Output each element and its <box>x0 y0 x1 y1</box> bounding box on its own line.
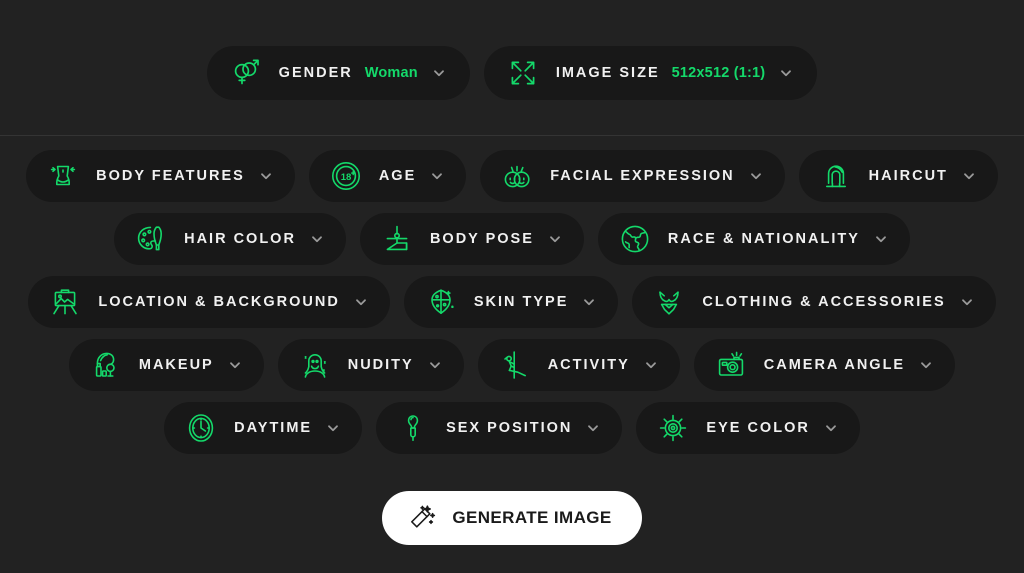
chevron-down-icon[interactable] <box>586 421 600 435</box>
woman-portrait-icon <box>298 348 332 382</box>
option-label: AGE <box>378 168 417 184</box>
option-eye-color[interactable]: EYE COLOR <box>636 402 860 454</box>
chevron-down-icon[interactable] <box>874 232 888 246</box>
body-figure-icon <box>46 159 80 193</box>
chevron-down-icon[interactable] <box>432 66 446 80</box>
eighteen-plus-icon: 18 <box>329 159 363 193</box>
option-skin-type[interactable]: SKIN TYPE <box>403 276 619 328</box>
option-facial-expression[interactable]: FACIAL EXPRESSION <box>480 150 785 202</box>
position-figure-icon <box>396 411 430 445</box>
chevron-down-icon[interactable] <box>310 232 324 246</box>
primary-options-row: GENDER Woman IMAGE SIZE 512x512 (1:1) <box>0 0 1024 100</box>
option-nudity[interactable]: NUDITY <box>277 339 464 391</box>
option-location-background[interactable]: LOCATION & BACKGROUND <box>28 276 390 328</box>
option-body-features[interactable]: BODY FEATURES <box>26 150 295 202</box>
easel-landscape-icon <box>48 285 82 319</box>
svg-text:18: 18 <box>341 172 352 183</box>
chevron-down-icon[interactable] <box>354 295 368 309</box>
option-daytime[interactable]: DAYTIME <box>164 402 363 454</box>
chevron-down-icon[interactable] <box>582 295 596 309</box>
generate-image-button[interactable]: GENERATE IMAGE <box>382 491 642 545</box>
option-hair-color[interactable]: HAIR COLOR <box>114 213 346 265</box>
option-label: FACIAL EXPRESSION <box>550 168 735 184</box>
option-label: SEX POSITION <box>446 420 573 436</box>
chevron-down-icon[interactable] <box>644 358 658 372</box>
option-rows: BODY FEATURES 18 AGE FACIAL EXPRESSION H… <box>0 136 1024 454</box>
option-label: LOCATION & BACKGROUND <box>98 294 340 310</box>
option-row-1: BODY FEATURES 18 AGE FACIAL EXPRESSION H… <box>0 150 1024 202</box>
option-label: SKIN TYPE <box>473 294 569 310</box>
chevron-down-icon[interactable] <box>259 169 273 183</box>
option-row-2: HAIR COLOR BODY POSE RACE & NATIONALITY <box>0 213 1024 265</box>
chevron-down-icon[interactable] <box>960 295 974 309</box>
option-value: 512x512 (1:1) <box>671 65 766 81</box>
option-image-size[interactable]: IMAGE SIZE 512x512 (1:1) <box>483 46 818 100</box>
option-value: Woman <box>364 65 418 81</box>
chevron-down-icon[interactable] <box>919 358 933 372</box>
option-haircut[interactable]: HAIRCUT <box>798 150 998 202</box>
option-label: GENDER <box>278 65 353 81</box>
option-body-pose[interactable]: BODY POSE <box>359 213 584 265</box>
option-row-4: MAKEUP NUDITY ACTIVITY CAMERA ANGLE <box>0 339 1024 391</box>
hairstyle-head-icon <box>819 159 853 193</box>
chevron-down-icon[interactable] <box>962 169 976 183</box>
option-label: NUDITY <box>347 357 414 373</box>
option-label: CLOTHING & ACCESSORIES <box>702 294 946 310</box>
option-label: IMAGE SIZE <box>555 65 660 81</box>
option-row-3: LOCATION & BACKGROUND SKIN TYPE CLOTHING… <box>0 276 1024 328</box>
option-clothing-accessories[interactable]: CLOTHING & ACCESSORIES <box>632 276 996 328</box>
chevron-down-icon[interactable] <box>326 421 340 435</box>
option-label: EYE COLOR <box>706 420 810 436</box>
clock-icon <box>184 411 218 445</box>
option-age[interactable]: 18 AGE <box>308 150 467 202</box>
option-label: HAIR COLOR <box>184 231 296 247</box>
option-activity[interactable]: ACTIVITY <box>477 339 680 391</box>
smiling-faces-icon <box>500 159 534 193</box>
chevron-down-icon[interactable] <box>749 169 763 183</box>
pole-dance-icon <box>498 348 532 382</box>
option-gender[interactable]: GENDER Woman <box>206 46 470 100</box>
gender-symbols-icon <box>229 56 263 90</box>
option-label: BODY POSE <box>429 231 534 247</box>
skin-scan-icon <box>424 285 458 319</box>
magic-wand-icon <box>406 503 436 533</box>
chevron-down-icon[interactable] <box>428 358 442 372</box>
option-label: HAIRCUT <box>868 168 948 184</box>
chevron-down-icon[interactable] <box>824 421 838 435</box>
option-race-nationality[interactable]: RACE & NATIONALITY <box>597 213 910 265</box>
chevron-down-icon[interactable] <box>228 358 242 372</box>
yoga-pose-icon <box>380 222 414 256</box>
eye-icon <box>656 411 690 445</box>
palette-brush-icon <box>134 222 168 256</box>
option-label: BODY FEATURES <box>96 168 245 184</box>
chevron-down-icon[interactable] <box>548 232 562 246</box>
chevron-down-icon[interactable] <box>430 169 444 183</box>
option-label: RACE & NATIONALITY <box>667 231 860 247</box>
option-label: DAYTIME <box>234 420 313 436</box>
option-makeup[interactable]: MAKEUP <box>68 339 264 391</box>
option-label: MAKEUP <box>138 357 214 373</box>
option-camera-angle[interactable]: CAMERA ANGLE <box>693 339 956 391</box>
globe-icon <box>618 222 652 256</box>
option-label: ACTIVITY <box>547 357 630 373</box>
resize-arrows-icon <box>506 56 540 90</box>
chevron-down-icon[interactable] <box>779 66 793 80</box>
lingerie-icon <box>652 285 686 319</box>
generate-button-label: GENERATE IMAGE <box>452 508 612 527</box>
option-label: CAMERA ANGLE <box>763 357 906 373</box>
option-sex-position[interactable]: SEX POSITION <box>376 402 623 454</box>
generate-row: GENERATE IMAGE <box>0 491 1024 545</box>
camera-icon <box>714 348 748 382</box>
option-row-5: DAYTIME SEX POSITION EYE COLOR <box>0 402 1024 454</box>
generator-panel: GENDER Woman IMAGE SIZE 512x512 (1:1) BO… <box>0 0 1024 573</box>
makeup-kit-icon <box>89 348 123 382</box>
